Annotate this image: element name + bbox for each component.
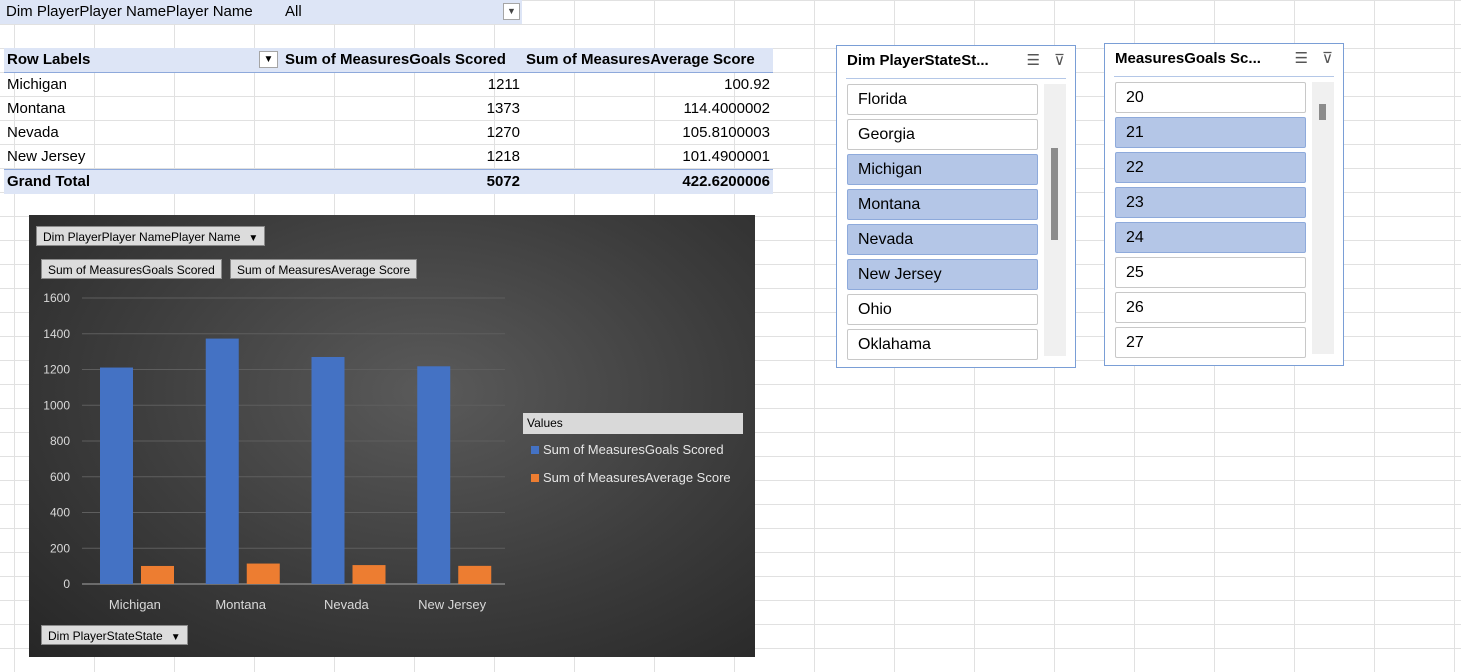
scroll-thumb[interactable] [1051,148,1058,240]
report-filter-cell[interactable]: All ▼ [281,0,522,24]
slicer-divider [846,78,1066,79]
scroll-thumb[interactable] [1319,104,1326,120]
slicer-scrollbar[interactable] [1044,84,1066,356]
axis-field-label: Dim PlayerStateState [48,629,163,643]
bar[interactable] [458,565,492,584]
grand-total-goals: 5072 [486,173,520,190]
avg-header: Sum of MeasuresAverage Score [526,51,755,68]
grand-total-avg: 422.6200006 [682,173,770,190]
multi-select-icon[interactable]: ☰ [1027,52,1040,69]
row-label: Nevada [7,124,59,141]
slicer-divider [1114,76,1334,77]
clear-filter-icon[interactable]: ⊽ [1054,52,1065,69]
slicer-scrollbar[interactable] [1312,82,1334,354]
grand-total-label: Grand Total [7,173,91,190]
y-tick-label: 0 [63,577,70,591]
legend-swatch [531,446,539,454]
bar[interactable] [141,565,174,584]
bar[interactable] [246,563,280,584]
table-row[interactable]: Michigan 1211 100.92 [4,73,773,97]
pivot-header-row: Row Labels ▼ Sum of MeasuresGoals Scored… [4,48,773,73]
slicer-item[interactable]: Oklahama [847,329,1038,360]
y-tick-label: 400 [50,506,70,520]
slicer-title: Dim PlayerStateSt... [847,52,989,69]
slicer-item[interactable]: Nevada [847,224,1038,255]
pivot-table: Row Labels ▼ Sum of MeasuresGoals Scored… [4,48,773,194]
bar[interactable] [100,367,133,584]
slicer-item[interactable]: 24 [1115,222,1306,253]
goals-value: 1373 [486,100,520,117]
goals-value: 1218 [486,148,520,165]
x-tick-label: Nevada [324,597,370,612]
table-row[interactable]: New Jersey 1218 101.4900001 [4,145,773,169]
slicer-title: MeasuresGoals Sc... [1115,50,1261,67]
row-label: Montana [7,100,66,117]
y-tick-label: 200 [50,541,70,555]
slicer-item[interactable]: Ohio [847,294,1038,325]
chart-plot[interactable]: 0 200 400 600 800 1000 1200 1400 1600 Michigan Mon… [29,215,755,657]
y-tick-label: 1000 [43,398,70,412]
filter-dropdown-icon: ▼ [170,632,181,643]
legend-entry-goals[interactable]: Sum of MeasuresGoals Scored [531,442,724,457]
goals-value: 1211 [487,76,520,93]
slicer-item[interactable]: 23 [1115,187,1306,218]
bar[interactable] [205,338,239,584]
bar[interactable] [311,356,345,584]
slicer-item[interactable]: 26 [1115,292,1306,323]
x-tick-label: Montana [215,597,266,612]
dropdown-arrow-icon[interactable]: ▼ [503,3,520,20]
x-tick-label: Michigan [109,597,161,612]
y-tick-label: 800 [50,434,70,448]
legend-label: Sum of MeasuresGoals Scored [543,442,724,457]
slicer-item[interactable]: 20 [1115,82,1306,113]
row-labels-header: Row Labels [7,51,91,68]
slicer-item[interactable]: 22 [1115,152,1306,183]
slicer-item[interactable]: 27 [1115,327,1306,358]
row-label: New Jersey [7,148,86,165]
slicer-item[interactable]: Florida [847,84,1038,115]
slicer-item[interactable]: 21 [1115,117,1306,148]
legend-title: Values [523,413,743,434]
goals-slicer[interactable]: MeasuresGoals Sc... ☰ ⊽ 20 21 22 23 24 25 26 27 [1104,43,1344,366]
state-slicer[interactable]: Dim PlayerStateSt... ☰ ⊽ Florida Georgia Mi… [836,45,1076,368]
report-filter-label: Dim PlayerPlayer NamePlayer Name [0,0,281,24]
row-label: Michigan [7,76,68,93]
avg-value: 114.4000002 [683,100,770,117]
clear-filter-icon[interactable]: ⊽ [1322,50,1333,67]
grand-total-row[interactable]: Grand Total 5072 422.6200006 [4,169,773,194]
slicer-item[interactable]: Michigan [847,154,1038,185]
slicer-item[interactable]: Montana [847,189,1038,220]
table-row[interactable]: Nevada 1270 105.8100003 [4,121,773,145]
goals-header: Sum of MeasuresGoals Scored [285,51,506,68]
row-filter-icon[interactable]: ▼ [259,51,278,68]
avg-value: 101.4900001 [682,148,770,165]
avg-value: 100.92 [724,76,770,93]
y-tick-label: 1600 [43,291,70,305]
bar[interactable] [417,366,451,584]
y-tick-label: 1200 [43,363,70,377]
axis-field-button[interactable]: Dim PlayerStateState ▼ [41,625,188,645]
table-row[interactable]: Montana 1373 114.4000002 [4,97,773,121]
y-tick-label: 600 [50,470,70,484]
slicer-item[interactable]: 25 [1115,257,1306,288]
multi-select-icon[interactable]: ☰ [1295,50,1308,67]
slicer-item[interactable]: New Jersey [847,259,1038,290]
avg-value: 105.8100003 [682,124,770,141]
legend-label: Sum of MeasuresAverage Score [543,470,731,485]
legend-swatch [531,474,539,482]
x-tick-label: New Jersey [418,597,486,612]
pivot-chart[interactable]: Dim PlayerPlayer NamePlayer Name ▼ Sum of… [29,215,755,657]
report-filter-value: All [285,3,302,20]
slicer-item[interactable]: Georgia [847,119,1038,150]
bar[interactable] [352,565,386,584]
y-tick-label: 1400 [43,327,70,341]
legend-entry-avg[interactable]: Sum of MeasuresAverage Score [531,470,731,485]
goals-value: 1270 [486,124,520,141]
